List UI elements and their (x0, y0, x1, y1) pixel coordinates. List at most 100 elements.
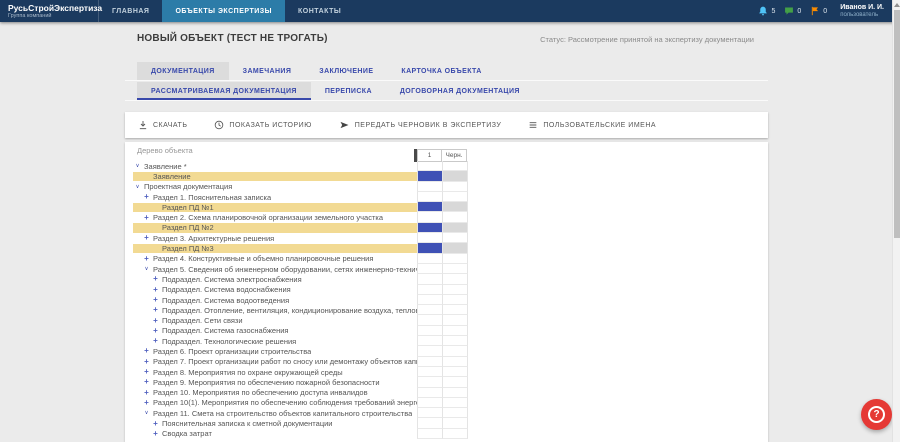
tree-row[interactable]: Раздел ПД №3 (125, 243, 768, 253)
chevron-down-icon[interactable]: ∨ (142, 264, 151, 274)
notifications-badge[interactable]: 5 (758, 6, 775, 16)
tab-remarks[interactable]: ЗАМЕЧАНИЯ (229, 62, 306, 80)
tab-contract-documentation[interactable]: ДОГОВОРНАЯ ДОКУМЕНТАЦИЯ (386, 82, 534, 100)
plus-icon[interactable]: + (142, 254, 151, 264)
user-menu[interactable]: Иванов И. И. пользователь (840, 4, 884, 19)
tree-item-label: Раздел 5. Сведения об инженерном оборудо… (151, 265, 417, 274)
chevron-down-icon[interactable]: ∨ (133, 182, 142, 192)
plus-icon[interactable]: + (151, 285, 160, 295)
tree-row[interactable]: +Подраздел. Система водоотведения (125, 295, 768, 305)
nav-item-contacts[interactable]: КОНТАКТЫ (285, 0, 354, 22)
plus-icon[interactable]: + (151, 295, 160, 305)
tree-row[interactable]: +Подраздел. Система газоснабжения (125, 326, 768, 336)
tree-row[interactable]: +Раздел 2. Схема планировочной организац… (125, 212, 768, 222)
tab-reviewed-documentation[interactable]: РАССМАТРИВАЕМАЯ ДОКУМЕНТАЦИЯ (137, 82, 311, 100)
top-navigation-bar: РусьСтройЭкспертиза Группа компаний ГЛАВ… (0, 0, 900, 22)
plus-icon[interactable]: + (151, 326, 160, 336)
tree-row[interactable]: Раздел ПД №2 (125, 223, 768, 233)
tree-row[interactable]: ∨Заявление * (125, 161, 768, 171)
tree-row[interactable]: +Раздел 1. Пояснительная записка (125, 192, 768, 202)
tree-row[interactable]: +Подраздел. Система электроснабжения (125, 274, 768, 284)
download-button[interactable]: СКАЧАТЬ (138, 120, 187, 130)
tab-conclusion[interactable]: ЗАКЛЮЧЕНИЕ (305, 62, 387, 80)
user-names-button[interactable]: ПОЛЬЗОВАТЕЛЬСКИЕ ИМЕНА (528, 120, 656, 130)
tree-row[interactable]: +Раздел 3. Архитектурные решения (125, 233, 768, 243)
tree-row[interactable]: +Подраздел. Система водоснабжения (125, 285, 768, 295)
brand-logo[interactable]: РусьСтройЭкспертиза Группа компаний (0, 0, 99, 22)
tree-row[interactable]: +Раздел 9. Мероприятия по обеспечению по… (125, 377, 768, 387)
draft-cell (442, 367, 468, 377)
tree-row[interactable]: +Раздел 4. Конструктивные и объемно план… (125, 254, 768, 264)
tree-row-content: ∨Раздел 11. Смета на строительство объек… (125, 408, 417, 418)
vertical-scrollbar[interactable] (892, 0, 900, 442)
version-1-cell[interactable] (417, 171, 442, 181)
version-1-cell[interactable] (417, 243, 442, 253)
tab-documentation[interactable]: ДОКУМЕНТАЦИЯ (137, 62, 229, 80)
version-1-cell[interactable] (417, 202, 442, 212)
draft-cell (442, 418, 468, 428)
plus-icon[interactable]: + (142, 377, 151, 387)
draft-cell[interactable] (442, 202, 468, 212)
plus-icon[interactable]: + (142, 367, 151, 377)
version-1-cell (417, 429, 442, 439)
plus-icon[interactable]: + (151, 305, 160, 315)
tree-row[interactable]: +Подраздел. Технологические решения (125, 336, 768, 346)
draft-cell (442, 305, 468, 315)
tree-row[interactable]: +Раздел 10. Мероприятия по обеспечению д… (125, 388, 768, 398)
help-button[interactable]: ? (861, 399, 892, 430)
draft-cell[interactable] (442, 243, 468, 253)
draft-cell (442, 285, 468, 295)
nav-item-expertise-objects[interactable]: ОБЪЕКТЫ ЭКСПЕРТИЗЫ (162, 0, 285, 22)
chevron-down-icon[interactable]: ∨ (133, 161, 142, 171)
draft-cell (442, 377, 468, 387)
plus-icon[interactable]: + (151, 429, 160, 439)
tab-object-card[interactable]: КАРТОЧКА ОБЪЕКТА (387, 62, 495, 80)
plus-icon[interactable]: + (142, 213, 151, 223)
tree-row[interactable]: +Раздел 8. Мероприятия по охране окружаю… (125, 367, 768, 377)
tree-row[interactable]: +Пояснительная записка к сметной докумен… (125, 418, 768, 428)
nav-item-home[interactable]: ГЛАВНАЯ (99, 0, 162, 22)
tree-row[interactable]: Заявление (125, 171, 768, 181)
list-icon (528, 120, 538, 130)
scroll-up-icon[interactable] (894, 3, 900, 7)
draft-cell[interactable] (442, 171, 468, 181)
tree-row[interactable]: +Раздел 6. Проект организации строительс… (125, 346, 768, 356)
tree-row[interactable]: +Сводка затрат (125, 429, 768, 439)
brand-title: РусьСтройЭкспертиза (8, 4, 98, 13)
plus-icon[interactable]: + (142, 398, 151, 408)
plus-icon[interactable]: + (151, 316, 160, 326)
version-1-cell (417, 233, 442, 243)
tree-row-content: +Раздел 10. Мероприятия по обеспечению д… (125, 388, 417, 398)
submit-draft-button[interactable]: ПЕРЕДАТЬ ЧЕРНОВИК В ЭКСПЕРТИЗУ (339, 120, 502, 130)
draft-cell[interactable] (442, 223, 468, 233)
tabs-spacer (125, 82, 137, 100)
tree-row[interactable]: +Раздел 10(1). Мероприятия по обеспечени… (125, 398, 768, 408)
tree-item-label: Раздел 11. Смета на строительство объект… (151, 409, 412, 418)
tree-row[interactable]: ∨Проектная документация (125, 182, 768, 192)
tree-row[interactable]: +Подраздел. Отопление, вентиляция, конди… (125, 305, 768, 315)
tree-row[interactable]: ∨Раздел 11. Смета на строительство объек… (125, 408, 768, 418)
tree-row[interactable]: Раздел ПД №1 (125, 202, 768, 212)
messages-badge[interactable]: 0 (784, 6, 801, 16)
chevron-down-icon[interactable]: ∨ (142, 408, 151, 418)
tab-correspondence[interactable]: ПЕРЕПИСКА (311, 82, 386, 100)
show-history-button[interactable]: ПОКАЗАТЬ ИСТОРИЮ (214, 120, 311, 130)
plus-icon[interactable]: + (142, 388, 151, 398)
plus-icon[interactable]: + (142, 346, 151, 356)
plus-icon[interactable]: + (142, 357, 151, 367)
plus-icon[interactable]: + (142, 192, 151, 202)
version-1-cell[interactable] (417, 223, 442, 233)
scrollbar-thumb[interactable] (894, 10, 900, 238)
tree-item-label: Раздел 10. Мероприятия по обеспечению до… (151, 388, 368, 397)
plus-icon[interactable]: + (151, 274, 160, 284)
plus-icon[interactable]: + (142, 233, 151, 243)
plus-icon[interactable]: + (151, 419, 160, 429)
tree-item-label: Раздел 9. Мероприятия по обеспечению пож… (151, 378, 380, 387)
flags-badge[interactable]: 0 (810, 6, 827, 16)
tree-row[interactable]: ∨Раздел 5. Сведения об инженерном оборуд… (125, 264, 768, 274)
tree-row-content: +Подраздел. Система водоснабжения (125, 285, 417, 295)
tree-row[interactable]: +Подраздел. Сети связи (125, 315, 768, 325)
tree-row[interactable]: +Раздел 7. Проект организации работ по с… (125, 357, 768, 367)
version-1-cell (417, 192, 442, 202)
plus-icon[interactable]: + (151, 336, 160, 346)
